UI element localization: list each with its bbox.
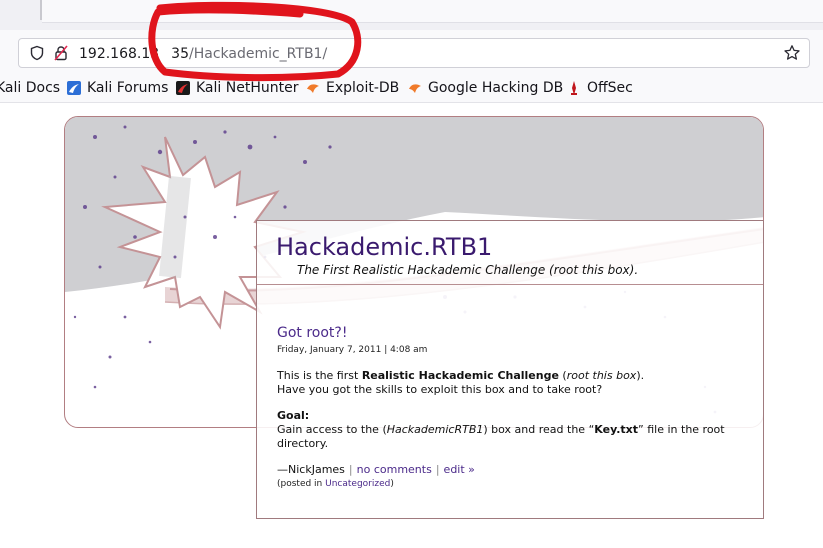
intro-text-end: ). (636, 369, 645, 382)
bookmark-label: Kali NetHunter (196, 80, 299, 96)
bookmark-kali-nethunter[interactable]: Kali NetHunter (175, 80, 298, 96)
page-background (60, 428, 260, 548)
post-meta: —NickJames | no comments | edit » (277, 463, 475, 477)
intro-text-mid: ( (558, 369, 567, 382)
post-date: Friday, January 7, 2011 | 4:08 am (277, 345, 428, 355)
post-intro-line: This is the first Realistic Hackademic C… (277, 369, 644, 383)
bookmark-star-icon[interactable] (783, 44, 801, 62)
posted-in-close: ) (390, 479, 394, 489)
bookmark-offsec[interactable]: OffSec (566, 80, 633, 96)
posted-in: (posted in Uncategorized) (277, 479, 394, 489)
meta-separator: | (435, 463, 440, 476)
address-bar[interactable]: 192.168.13 35/Hackademic_RTB1/ (18, 38, 810, 68)
page-viewport: Hackademic.RTB1 The First Realistic Hack… (0, 103, 823, 548)
site-tagline: The First Realistic Hackademic Challenge… (297, 263, 639, 277)
kali-nethunter-icon (176, 81, 190, 95)
exploit-db-icon (307, 84, 319, 93)
bookmark-label: OffSec (587, 80, 633, 96)
active-tab[interactable] (42, 0, 823, 23)
site-title[interactable]: Hackademic.RTB1 (276, 233, 492, 261)
tab-strip (0, 0, 823, 30)
offsec-icon (571, 81, 577, 95)
bookmark-label: Kali Forums (87, 80, 169, 96)
kali-forums-icon (67, 81, 81, 95)
url-port-fragment: 35 (171, 46, 189, 62)
goal-line: Gain access to the (HackademicRTB1) box … (277, 423, 725, 437)
bookmark-label: Google Hacking DB (428, 80, 564, 96)
bookmark-kali-docs[interactable]: Kali Docs (0, 80, 60, 96)
url-path: /Hackademic_RTB1/ (189, 46, 328, 62)
bookmarks-toolbar: Kali Docs Kali Forums Kali NetHunter Exp… (0, 76, 823, 103)
url-text[interactable]: 192.168.13 35/Hackademic_RTB1/ (79, 45, 327, 63)
meta-separator: | (348, 463, 353, 476)
edit-link[interactable]: edit » (444, 463, 475, 476)
comments-link[interactable]: no comments (357, 463, 432, 476)
bookmark-exploit-db[interactable]: Exploit-DB (305, 80, 399, 96)
bookmark-kali-forums[interactable]: Kali Forums (66, 80, 168, 96)
goal-text-end: ” file in the root (638, 423, 725, 436)
post-question-line: Have you got the skills to exploit this … (277, 383, 603, 396)
bookmark-google-hacking-db[interactable]: Google Hacking DB (407, 80, 563, 96)
google-hacking-db-icon (409, 84, 421, 93)
bookmark-label: Kali Docs (0, 80, 61, 96)
bookmark-label: Exploit-DB (326, 80, 400, 96)
insecure-lock-icon[interactable] (53, 45, 69, 61)
content-box: Hackademic.RTB1 The First Realistic Hack… (256, 220, 764, 519)
url-host: 192.168.13 (79, 46, 160, 62)
goal-label-text: Goal: (277, 409, 310, 422)
category-link[interactable]: Uncategorized (325, 479, 390, 489)
post-title-link[interactable]: Got root?! (277, 325, 347, 341)
intro-italic: root this box (566, 369, 637, 382)
post-author: —NickJames (277, 463, 345, 476)
intro-text: This is the first (277, 369, 362, 382)
shield-icon[interactable] (29, 45, 45, 61)
goal-bold: Key.txt (594, 423, 639, 436)
goal-line-2: directory. (277, 437, 329, 450)
intro-bold: Realistic Hackademic Challenge (361, 369, 559, 382)
header-divider (257, 284, 763, 285)
posted-in-text: (posted in (277, 479, 326, 489)
goal-label: Goal: (277, 409, 309, 423)
goal-text-mid: ) box and read the “ (483, 423, 595, 436)
goal-text: Gain access to the ( (277, 423, 387, 436)
goal-italic: HackademicRTB1 (386, 423, 484, 436)
